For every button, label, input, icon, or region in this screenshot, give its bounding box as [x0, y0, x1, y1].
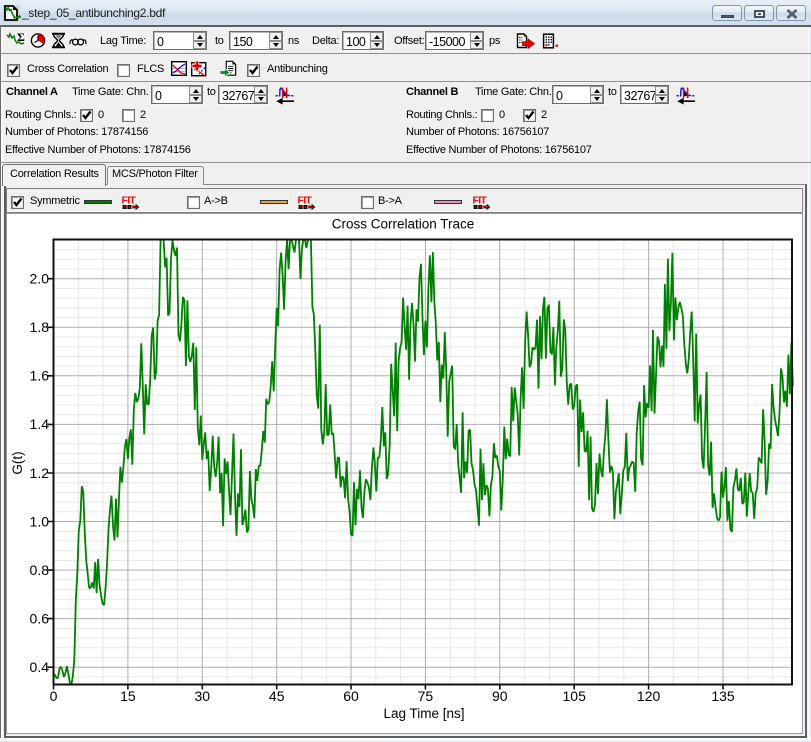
svg-text:15: 15: [120, 688, 136, 704]
svg-text:1.6: 1.6: [30, 368, 50, 384]
svg-text:FIT: FIT: [298, 195, 313, 207]
svg-text:120: 120: [637, 688, 661, 704]
svg-text:1.2: 1.2: [30, 465, 50, 481]
svg-text:G(t): G(t): [10, 451, 25, 474]
svg-text:0: 0: [50, 688, 58, 704]
svg-text:30: 30: [195, 688, 211, 704]
svg-text:0.4: 0.4: [30, 659, 50, 675]
svg-text:FIT: FIT: [122, 195, 137, 207]
svg-text:1.4: 1.4: [30, 416, 50, 432]
svg-text:45: 45: [269, 688, 285, 704]
svg-text:0.8: 0.8: [30, 562, 50, 578]
svg-text:2.0: 2.0: [30, 271, 50, 287]
svg-text:1.0: 1.0: [30, 513, 50, 529]
svg-text:Σ: Σ: [17, 31, 25, 44]
svg-text:1.8: 1.8: [30, 319, 50, 335]
svg-text:Lag Time [ns]: Lag Time [ns]: [383, 706, 464, 721]
svg-text:135: 135: [711, 688, 735, 704]
svg-text:FIT: FIT: [473, 195, 488, 207]
svg-text:90: 90: [492, 688, 508, 704]
svg-text:105: 105: [563, 688, 587, 704]
svg-text:75: 75: [418, 688, 434, 704]
svg-text:0.6: 0.6: [30, 610, 50, 626]
svg-text:60: 60: [343, 688, 359, 704]
svg-text:Cross Correlation Trace: Cross Correlation Trace: [332, 217, 475, 232]
